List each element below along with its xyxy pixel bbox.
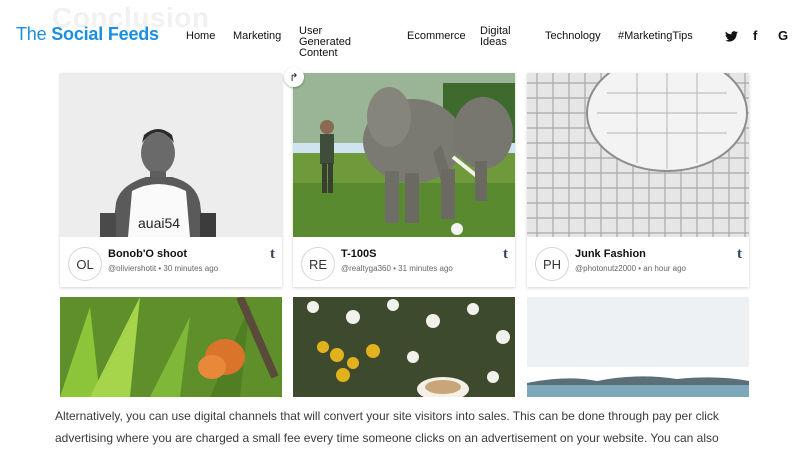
tumblr-icon[interactable]: t (503, 246, 508, 263)
card-footer: PH Junk Fashion @photonutz2000 • an hour… (527, 237, 749, 287)
card-image[interactable] (527, 73, 749, 237)
card-meta: @oliviershotit • 30 minutes ago (108, 264, 219, 273)
share-icon[interactable]: ↱ (284, 67, 304, 87)
facebook-icon[interactable]: f (753, 28, 757, 43)
tumblr-icon[interactable]: t (270, 246, 275, 263)
card-title[interactable]: T-100S (341, 248, 376, 260)
nav-marketing-tips[interactable]: #MarketingTips (618, 31, 693, 42)
card-image[interactable] (293, 73, 515, 237)
nav-technology[interactable]: Technology (545, 31, 601, 42)
svg-text:auai54: auai54 (138, 215, 180, 231)
tumblr-icon[interactable]: t (737, 246, 742, 263)
card-image[interactable]: auai54 (60, 73, 282, 237)
article-body: Alternatively, you can use digital chann… (0, 399, 800, 448)
logo-text-light: The (16, 24, 52, 44)
nav-marketing[interactable]: Marketing (233, 31, 281, 42)
google-icon[interactable]: G (778, 28, 788, 43)
feed-card[interactable]: RE T-100S @realtyga360 • 31 minutes ago … (293, 73, 515, 287)
card-title[interactable]: Junk Fashion (575, 248, 646, 260)
twitter-icon[interactable] (725, 30, 738, 45)
navbar: The Social Feeds Home Marketing User Gen… (0, 0, 800, 72)
card-meta: @photonutz2000 • an hour ago (575, 264, 687, 273)
avatar[interactable]: PH (535, 247, 569, 281)
card-footer: OL Bonob'O shoot @oliviershotit • 30 min… (60, 237, 282, 287)
feed-card[interactable]: auai54 OL Bonob'O shoot @oliviershotit •… (60, 73, 282, 287)
logo-text-bold: Social Feeds (51, 24, 159, 44)
avatar[interactable]: RE (301, 247, 335, 281)
card-title[interactable]: Bonob'O shoot (108, 248, 187, 260)
site-logo[interactable]: The Social Feeds (16, 24, 159, 45)
avatar[interactable]: OL (68, 247, 102, 281)
nav-ecommerce[interactable]: Ecommerce (407, 31, 466, 42)
card-footer: RE T-100S @realtyga360 • 31 minutes ago … (293, 237, 515, 287)
feed-card-image[interactable] (293, 297, 515, 397)
feed-card-image[interactable] (527, 297, 749, 397)
card-meta: @realtyga360 • 31 minutes ago (341, 264, 453, 273)
article-paragraph: Alternatively, you can use digital chann… (55, 409, 719, 445)
nav-home[interactable]: Home (186, 31, 215, 42)
nav-user-generated-content[interactable]: User Generated Content (299, 26, 371, 59)
feed-card[interactable]: PH Junk Fashion @photonutz2000 • an hour… (527, 73, 749, 287)
nav-digital-ideas[interactable]: Digital Ideas (480, 26, 522, 48)
feed-card-image[interactable] (60, 297, 282, 397)
